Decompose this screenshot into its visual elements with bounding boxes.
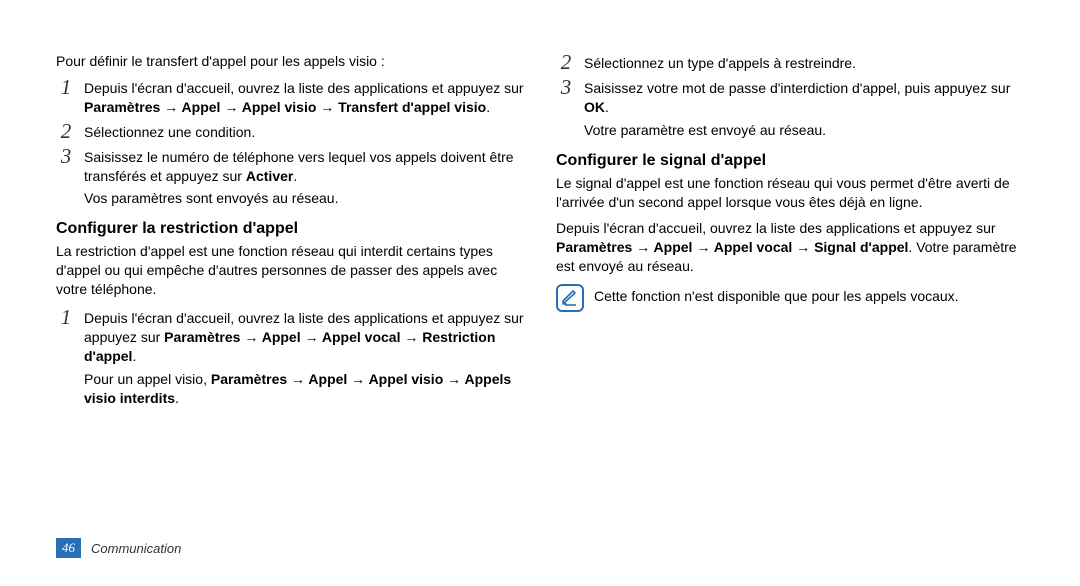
note-row: Cette fonction n'est disponible que pour… <box>556 284 1024 312</box>
step-body: Depuis l'écran d'accueil, ouvrez la list… <box>84 77 524 117</box>
restriction-steps: 1 Depuis l'écran d'accueil, ouvrez la li… <box>56 307 524 407</box>
step-number: 3 <box>556 77 576 98</box>
section-name: Communication <box>91 541 181 556</box>
step-note: Vos paramètres sont envoyés au réseau. <box>56 189 524 208</box>
step-body: Saisissez le numéro de téléphone vers le… <box>84 146 524 186</box>
list-item: 3 Saisissez votre mot de passe d'interdi… <box>556 77 1024 117</box>
note-icon <box>556 284 584 312</box>
signal-nav: Depuis l'écran d'accueil, ouvrez la list… <box>556 219 1024 276</box>
restriction-para: La restriction d'appel est une fonction … <box>56 242 524 299</box>
note-text: Cette fonction n'est disponible que pour… <box>594 284 1024 306</box>
signal-para: Le signal d'appel est une fonction résea… <box>556 174 1024 212</box>
step-number: 3 <box>56 146 76 167</box>
step-body: Depuis l'écran d'accueil, ouvrez la list… <box>84 307 524 366</box>
step-body: Sélectionnez une condition. <box>84 121 524 142</box>
intro-text: Pour définir le transfert d'appel pour l… <box>56 52 524 71</box>
heading-restriction: Configurer la restriction d'appel <box>56 220 524 238</box>
left-column: Pour définir le transfert d'appel pour l… <box>56 52 524 417</box>
step-body: Saisissez votre mot de passe d'interdict… <box>584 77 1024 117</box>
step-number: 2 <box>56 121 76 142</box>
step-number: 1 <box>56 77 76 98</box>
restriction-steps-cont: 2 Sélectionnez un type d'appels à restre… <box>556 52 1024 140</box>
page-footer: 46 Communication <box>56 538 181 558</box>
step-number: 1 <box>56 307 76 328</box>
list-item: 1 Depuis l'écran d'accueil, ouvrez la li… <box>56 307 524 366</box>
right-column: 2 Sélectionnez un type d'appels à restre… <box>556 52 1024 417</box>
step-number: 2 <box>556 52 576 73</box>
step-body: Sélectionnez un type d'appels à restrein… <box>584 52 1024 73</box>
list-item: 1 Depuis l'écran d'accueil, ouvrez la li… <box>56 77 524 117</box>
visio-transfer-steps: 1 Depuis l'écran d'accueil, ouvrez la li… <box>56 77 524 208</box>
step-extra: Pour un appel visio, Paramètres → Appel … <box>56 370 524 408</box>
page-columns: Pour définir le transfert d'appel pour l… <box>56 52 1024 417</box>
list-item: 2 Sélectionnez un type d'appels à restre… <box>556 52 1024 73</box>
heading-signal: Configurer le signal d'appel <box>556 152 1024 170</box>
page-number: 46 <box>56 538 81 558</box>
list-item: 3 Saisissez le numéro de téléphone vers … <box>56 146 524 186</box>
step-note: Votre paramètre est envoyé au réseau. <box>556 121 1024 140</box>
list-item: 2 Sélectionnez une condition. <box>56 121 524 142</box>
